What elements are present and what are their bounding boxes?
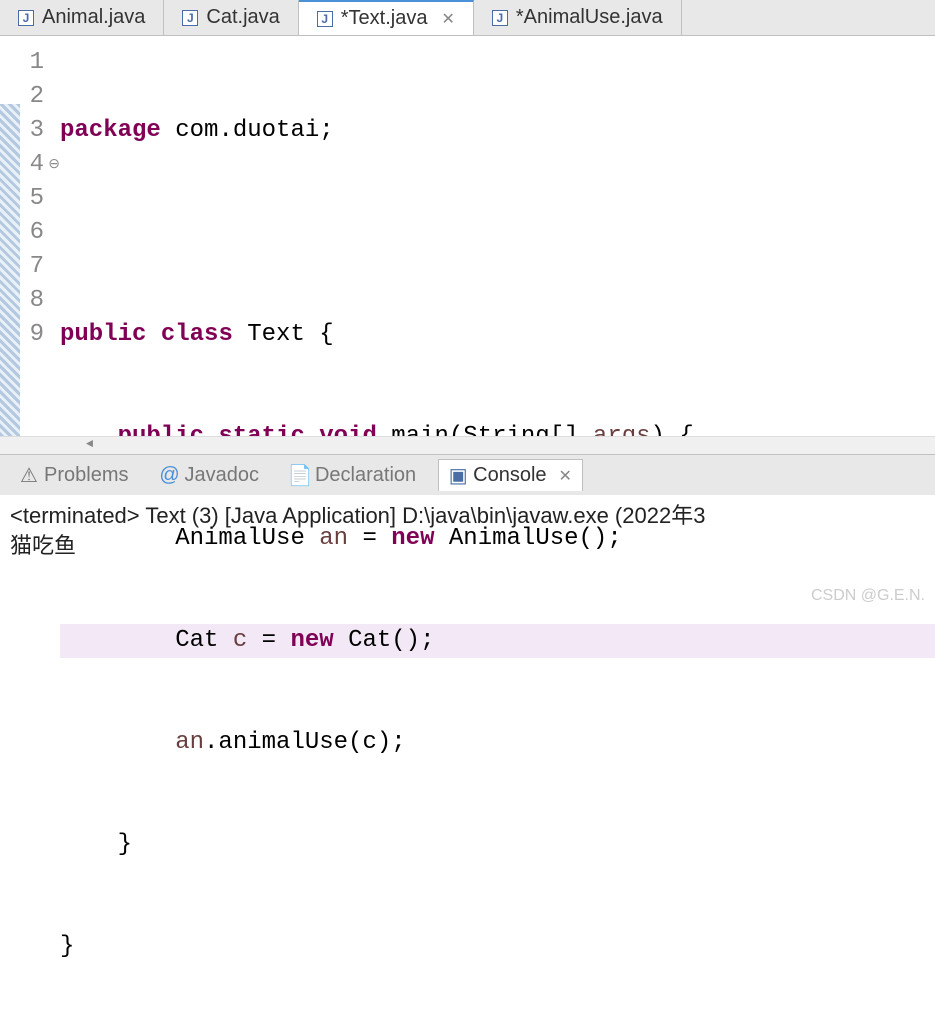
java-file-icon: J	[317, 11, 333, 27]
tab-console[interactable]: ▣ Console ✕	[438, 459, 583, 491]
line-number-gutter: 1 2 3 4 5 6 7 8 9	[20, 36, 52, 436]
tab-cat[interactable]: J Cat.java	[164, 0, 298, 35]
java-file-icon: J	[182, 10, 198, 26]
console-icon: ▣	[449, 467, 467, 485]
editor-tab-bar: J Animal.java J Cat.java J *Text.java ✕ …	[0, 0, 935, 36]
code-content[interactable]: package com.duotai; public class Text { …	[52, 36, 935, 436]
watermark: CSDN @G.E.N.	[811, 587, 925, 605]
tab-label: Animal.java	[42, 6, 145, 29]
tab-declaration[interactable]: 📄 Declaration	[281, 460, 426, 491]
code-editor[interactable]: 1 2 3 4 5 6 7 8 9 package com.duotai; pu…	[0, 36, 935, 436]
problems-icon: ⚠	[20, 466, 38, 484]
change-marker-gutter	[0, 36, 20, 436]
tab-javadoc[interactable]: @ Javadoc	[150, 460, 269, 491]
tab-problems[interactable]: ⚠ Problems	[10, 460, 138, 491]
close-icon[interactable]: ✕	[441, 9, 454, 29]
tab-label: *AnimalUse.java	[516, 6, 663, 29]
tab-animal[interactable]: J Animal.java	[0, 0, 164, 35]
javadoc-icon: @	[160, 466, 178, 484]
tab-text[interactable]: J *Text.java ✕	[299, 0, 474, 35]
java-file-icon: J	[18, 10, 34, 26]
tab-animaluse[interactable]: J *AnimalUse.java	[474, 0, 682, 35]
java-file-icon: J	[492, 10, 508, 26]
tab-label: Cat.java	[206, 6, 279, 29]
close-icon[interactable]: ✕	[559, 466, 572, 486]
horizontal-scrollbar[interactable]	[0, 436, 935, 454]
declaration-icon: 📄	[291, 466, 309, 484]
tab-label: *Text.java	[341, 7, 428, 30]
